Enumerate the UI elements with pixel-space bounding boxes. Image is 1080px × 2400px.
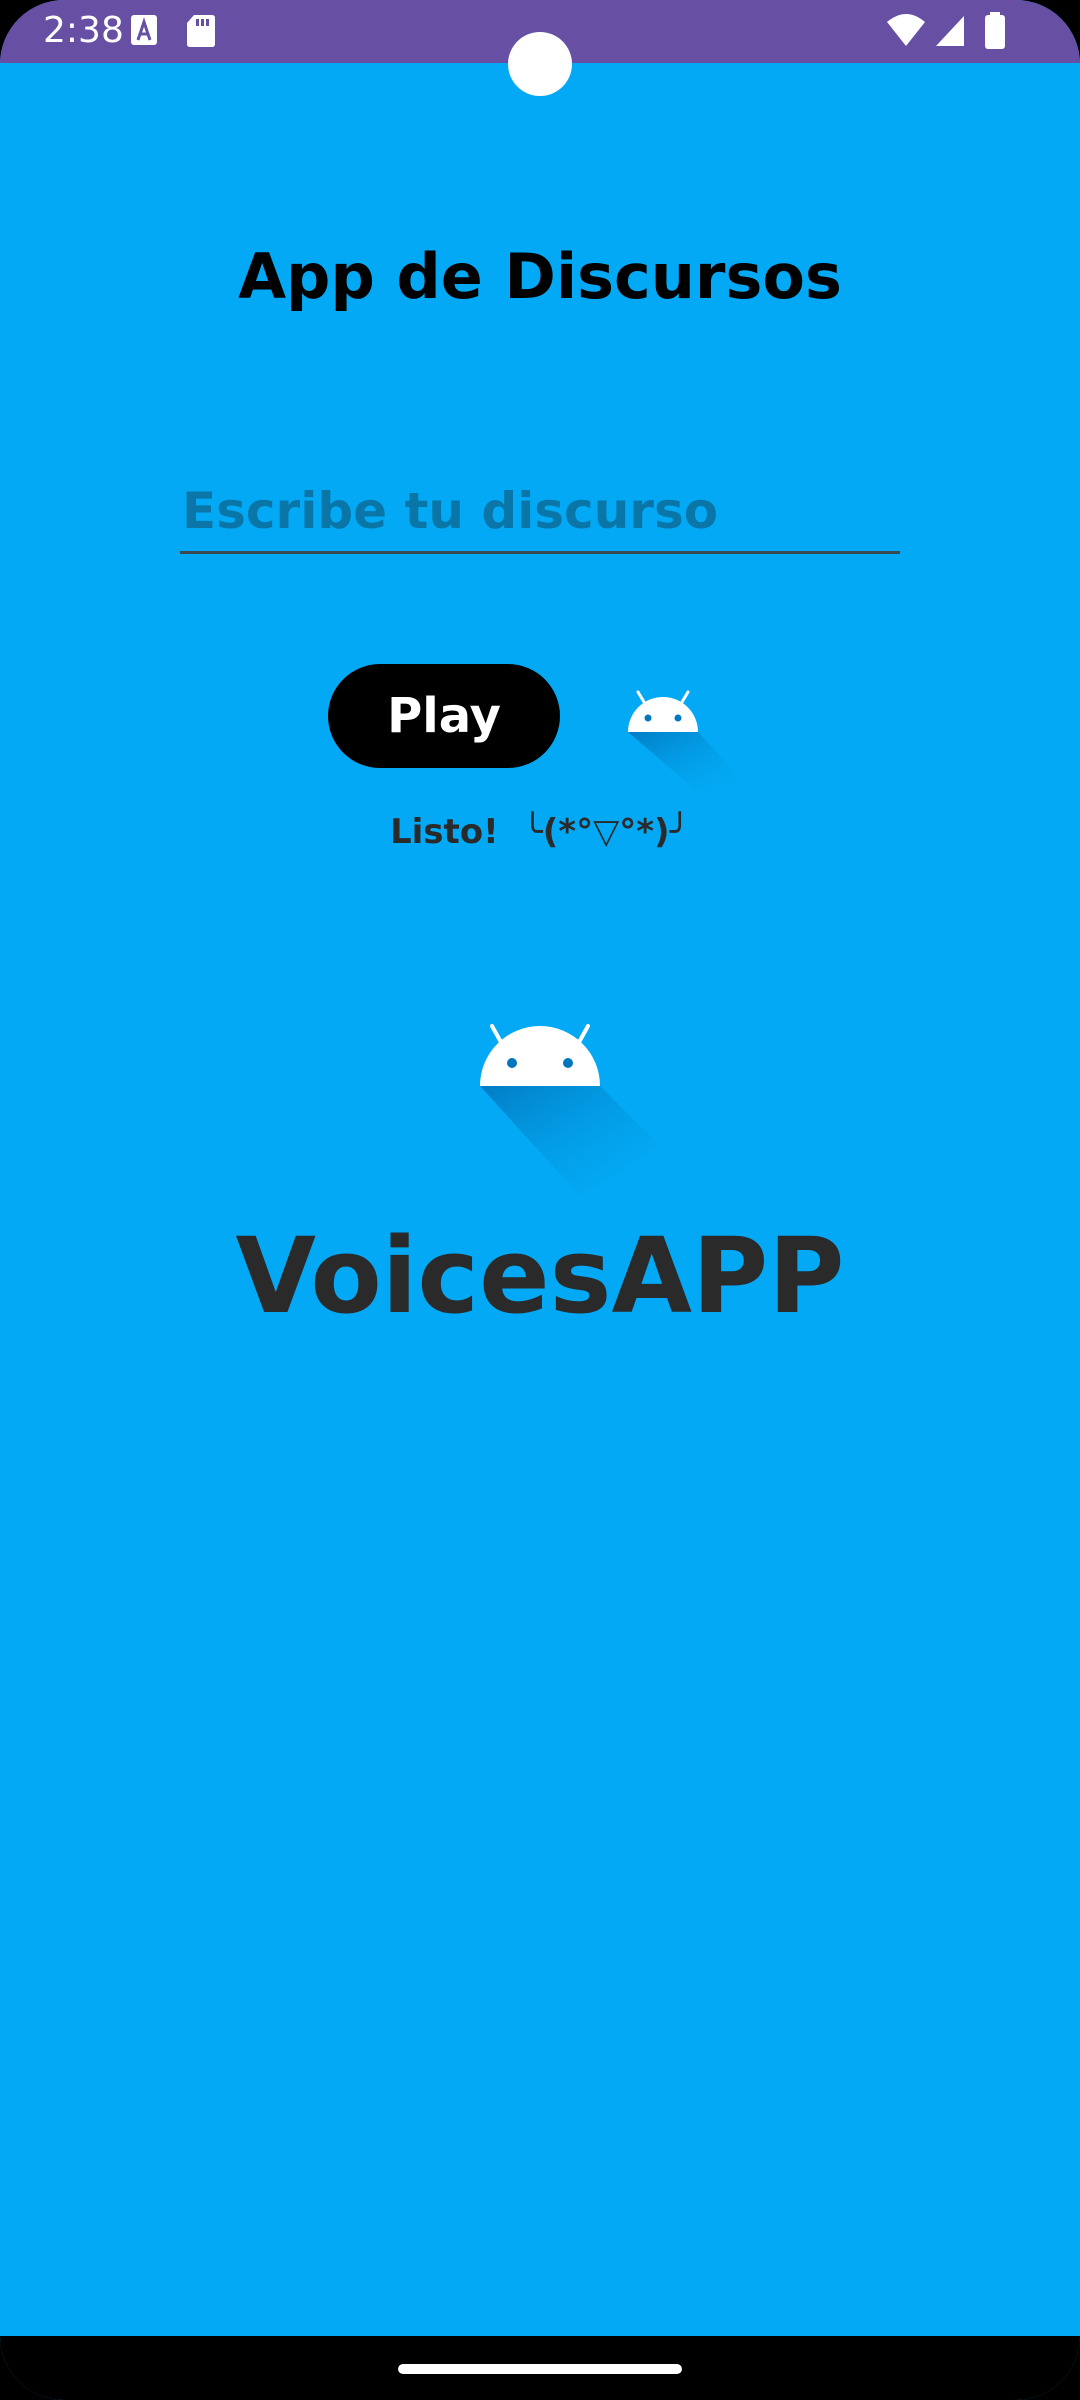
cellular-signal-icon: [934, 12, 968, 52]
phone-screen: 2:38 App de Discursos Escribe tu discurs…: [0, 0, 1080, 2400]
font-a-icon: [130, 14, 160, 52]
home-gesture-handle[interactable]: [398, 2364, 682, 2374]
sd-card-icon: [186, 14, 216, 52]
speech-input[interactable]: [180, 470, 900, 554]
play-button[interactable]: Play: [328, 664, 560, 768]
battery-icon: [984, 12, 1006, 54]
page-title: App de Discursos: [238, 240, 842, 313]
status-time: 2:38: [43, 10, 124, 51]
android-logo-icon: [470, 1010, 670, 1210]
brand-name: VoicesAPP: [235, 1215, 845, 1337]
wifi-icon: [886, 12, 926, 52]
navigation-bar: [0, 2336, 1080, 2400]
status-text: Listo! ╰(*°▽°*)╯: [389, 812, 691, 852]
android-icon: [622, 680, 742, 800]
camera-cutout: [508, 32, 572, 96]
